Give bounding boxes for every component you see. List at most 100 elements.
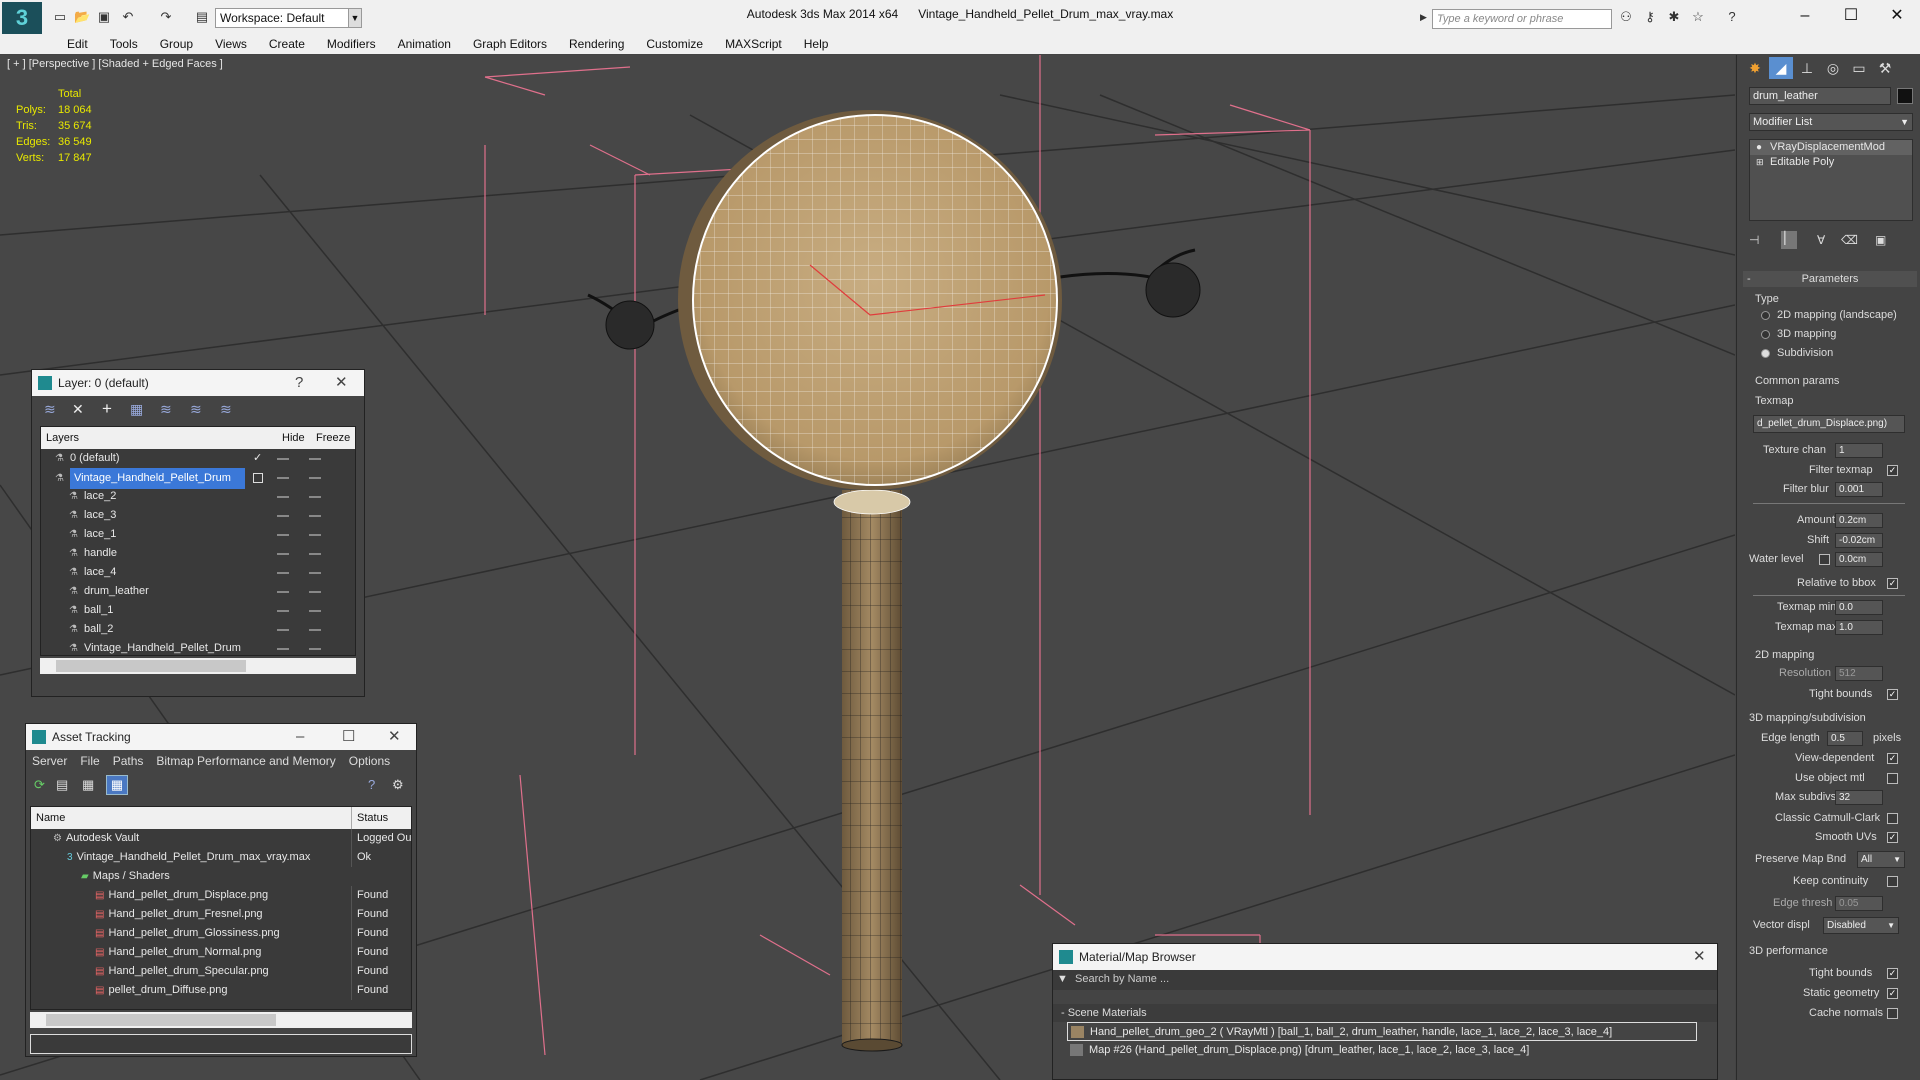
hierarchy-tab-icon[interactable]: ⊥ xyxy=(1795,57,1819,79)
menu-bitmap-performance[interactable]: Bitmap Performance and Memory xyxy=(156,750,335,772)
layer-row[interactable]: ⚗ lace_3 xyxy=(41,506,355,525)
object-name-field[interactable]: drum_leather xyxy=(1749,87,1891,105)
hide-toggle[interactable] xyxy=(277,629,289,631)
make-unique-icon[interactable]: ∀ xyxy=(1817,233,1825,247)
classic-catmull-checkbox[interactable] xyxy=(1887,813,1898,824)
freeze-toggle[interactable] xyxy=(309,515,321,517)
layer-row[interactable]: ⚗ Vintage_Handheld_Pellet_Drum xyxy=(41,468,355,489)
maximize-button[interactable]: ☐ xyxy=(1836,4,1866,28)
hide-toggle[interactable] xyxy=(277,553,289,555)
filter-blur-spinner[interactable]: 0.001 xyxy=(1835,482,1883,497)
menu-create[interactable]: Create xyxy=(258,34,316,54)
stack-item-vray-displacement[interactable]: ● VRayDisplacementMod xyxy=(1750,140,1912,155)
asset-row[interactable]: ▰ Maps / Shaders xyxy=(31,867,411,886)
col-hide[interactable]: Hide xyxy=(282,427,305,449)
menu-maxscript[interactable]: MAXScript xyxy=(714,34,793,54)
motion-tab-icon[interactable]: ◎ xyxy=(1821,57,1845,79)
freeze-toggle[interactable] xyxy=(309,477,321,479)
expand-plus-icon[interactable]: ⊞ xyxy=(1756,155,1764,170)
menu-edit[interactable]: Edit xyxy=(56,34,99,54)
preserve-map-dropdown[interactable]: All ▼ xyxy=(1857,851,1905,868)
pin-stack-icon[interactable]: ⊣ xyxy=(1749,233,1759,247)
hide-toggle[interactable] xyxy=(277,496,289,498)
hide-toggle[interactable] xyxy=(277,572,289,574)
radio-subdivision[interactable] xyxy=(1761,349,1770,358)
menu-modifiers[interactable]: Modifiers xyxy=(316,34,387,54)
asset-row[interactable]: ▤ pellet_drum_Diffuse.png Found xyxy=(31,981,411,1000)
menu-customize[interactable]: Customize xyxy=(635,34,714,54)
arrow-right-icon[interactable]: ▶ xyxy=(1420,12,1427,23)
asset-row[interactable]: ▤ Hand_pellet_drum_Displace.png Found xyxy=(31,886,411,905)
layer-row[interactable]: ⚗ ball_2 xyxy=(41,620,355,639)
col-layers[interactable]: Layers xyxy=(46,427,79,449)
add-to-layer-icon[interactable]: + xyxy=(102,399,112,419)
layer-scrollbar[interactable] xyxy=(40,658,356,674)
menu-group[interactable]: Group xyxy=(149,34,204,54)
menu-animation[interactable]: Animation xyxy=(387,34,462,54)
use-object-mtl-checkbox[interactable] xyxy=(1887,773,1898,784)
viewport-label[interactable]: [ + ] [Perspective ] [Shaded + Edged Fac… xyxy=(7,58,223,70)
material-item[interactable]: Hand_pellet_drum_geo_2 ( VRayMtl ) [ball… xyxy=(1067,1022,1697,1041)
remove-modifier-icon[interactable]: ⌫ xyxy=(1841,233,1858,247)
close-button[interactable]: ✕ xyxy=(335,370,348,396)
create-layer-icon[interactable]: ≋ xyxy=(44,401,56,418)
texmap-button[interactable]: d_pellet_drum_Displace.png) xyxy=(1753,415,1905,433)
communication-icon[interactable]: ✱ xyxy=(1666,9,1682,25)
texmap-max-spinner[interactable]: 1.0 xyxy=(1835,620,1883,635)
map-item[interactable]: Map #26 (Hand_pellet_drum_Displace.png) … xyxy=(1067,1041,1717,1060)
menu-tools[interactable]: Tools xyxy=(99,34,149,54)
shift-spinner[interactable]: -0.02cm xyxy=(1835,533,1883,548)
maximize-button[interactable]: ☐ xyxy=(342,724,355,750)
resolution-spinner[interactable]: 512 xyxy=(1835,666,1883,681)
freeze-toggle[interactable] xyxy=(309,458,321,460)
stack-item-editable-poly[interactable]: ⊞ Editable Poly xyxy=(1750,155,1912,170)
utilities-tab-icon[interactable]: ⚒ xyxy=(1873,57,1897,79)
hide-toggle[interactable] xyxy=(277,534,289,536)
minimize-button[interactable]: – xyxy=(296,724,304,750)
freeze-toggle[interactable] xyxy=(309,648,321,650)
vault-help-icon[interactable]: ? xyxy=(368,777,375,792)
freeze-toggle[interactable] xyxy=(309,572,321,574)
workspace-dropdown[interactable]: Workspace: Default xyxy=(215,8,360,28)
asset-window-titlebar[interactable]: Asset Tracking – ☐ ✕ xyxy=(26,724,416,750)
hide-toggle[interactable] xyxy=(277,591,289,593)
current-layer-box[interactable] xyxy=(253,473,263,483)
max-subdivs-spinner[interactable]: 32 xyxy=(1835,790,1883,805)
vault-login-icon[interactable]: ⚙ xyxy=(392,777,404,793)
freeze-all-icon[interactable]: ≋ xyxy=(220,401,232,418)
hide-toggle[interactable] xyxy=(277,458,289,460)
edge-thresh-spinner[interactable]: 0.05 xyxy=(1835,896,1883,911)
asset-scrollbar[interactable] xyxy=(30,1012,412,1028)
binoculars-icon[interactable]: ⚇ xyxy=(1618,9,1634,25)
layer-row[interactable]: ⚗ 0 (default) ✓ xyxy=(41,449,355,468)
undo-icon[interactable]: ↶ xyxy=(120,9,136,25)
asset-row[interactable]: ▤ Hand_pellet_drum_Specular.png Found xyxy=(31,962,411,981)
close-button[interactable]: ✕ xyxy=(388,724,401,750)
asset-row[interactable]: ▤ Hand_pellet_drum_Fresnel.png Found xyxy=(31,905,411,924)
amount-spinner[interactable]: 0.2cm xyxy=(1835,513,1883,528)
freeze-toggle[interactable] xyxy=(309,610,321,612)
layer-row[interactable]: ⚗ drum_leather xyxy=(41,582,355,601)
close-button[interactable]: ✕ xyxy=(1693,944,1706,970)
object-color-swatch[interactable] xyxy=(1897,88,1913,104)
close-button[interactable]: ✕ xyxy=(1882,4,1912,28)
col-name[interactable]: Name xyxy=(36,807,65,829)
layer-row[interactable]: ⚗ ball_1 xyxy=(41,601,355,620)
freeze-toggle[interactable] xyxy=(309,496,321,498)
asset-row[interactable]: ▤ Hand_pellet_drum_Normal.png Found xyxy=(31,943,411,962)
radio-2d-mapping[interactable] xyxy=(1761,311,1770,320)
layer-window-titlebar[interactable]: Layer: 0 (default) ? ✕ xyxy=(32,370,364,396)
filter-texmap-checkbox[interactable]: ✓ xyxy=(1887,465,1898,476)
hide-toggle[interactable] xyxy=(277,648,289,650)
material-browser-titlebar[interactable]: Material/Map Browser ✕ xyxy=(1053,944,1717,970)
hide-toggle[interactable] xyxy=(277,610,289,612)
cache-normals-checkbox[interactable] xyxy=(1887,1008,1898,1019)
menu-options[interactable]: Options xyxy=(349,750,390,772)
layer-row[interactable]: ⚗ lace_1 xyxy=(41,525,355,544)
freeze-toggle[interactable] xyxy=(309,629,321,631)
col-freeze[interactable]: Freeze xyxy=(316,427,350,449)
options-arrow-icon[interactable]: ▼ xyxy=(1057,973,1068,985)
search-input[interactable]: Type a keyword or phrase xyxy=(1432,9,1612,29)
menu-graph-editors[interactable]: Graph Editors xyxy=(462,34,558,54)
show-end-result-icon[interactable]: ▏ xyxy=(1781,231,1797,249)
